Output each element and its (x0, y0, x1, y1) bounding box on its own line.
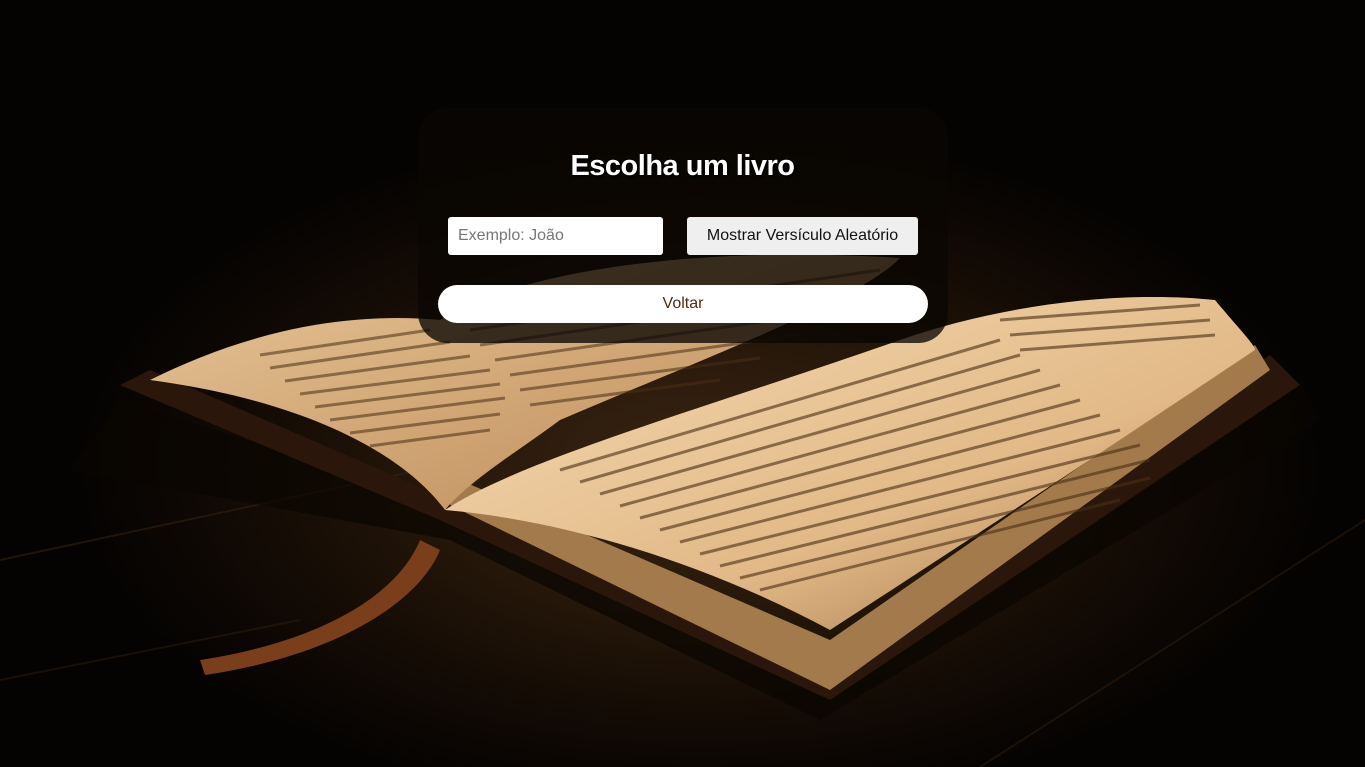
random-verse-button[interactable]: Mostrar Versículo Aleatório (687, 217, 918, 255)
back-button[interactable]: Voltar (438, 285, 928, 323)
book-search-input[interactable] (448, 217, 663, 255)
page-title: Escolha um livro (570, 150, 795, 182)
